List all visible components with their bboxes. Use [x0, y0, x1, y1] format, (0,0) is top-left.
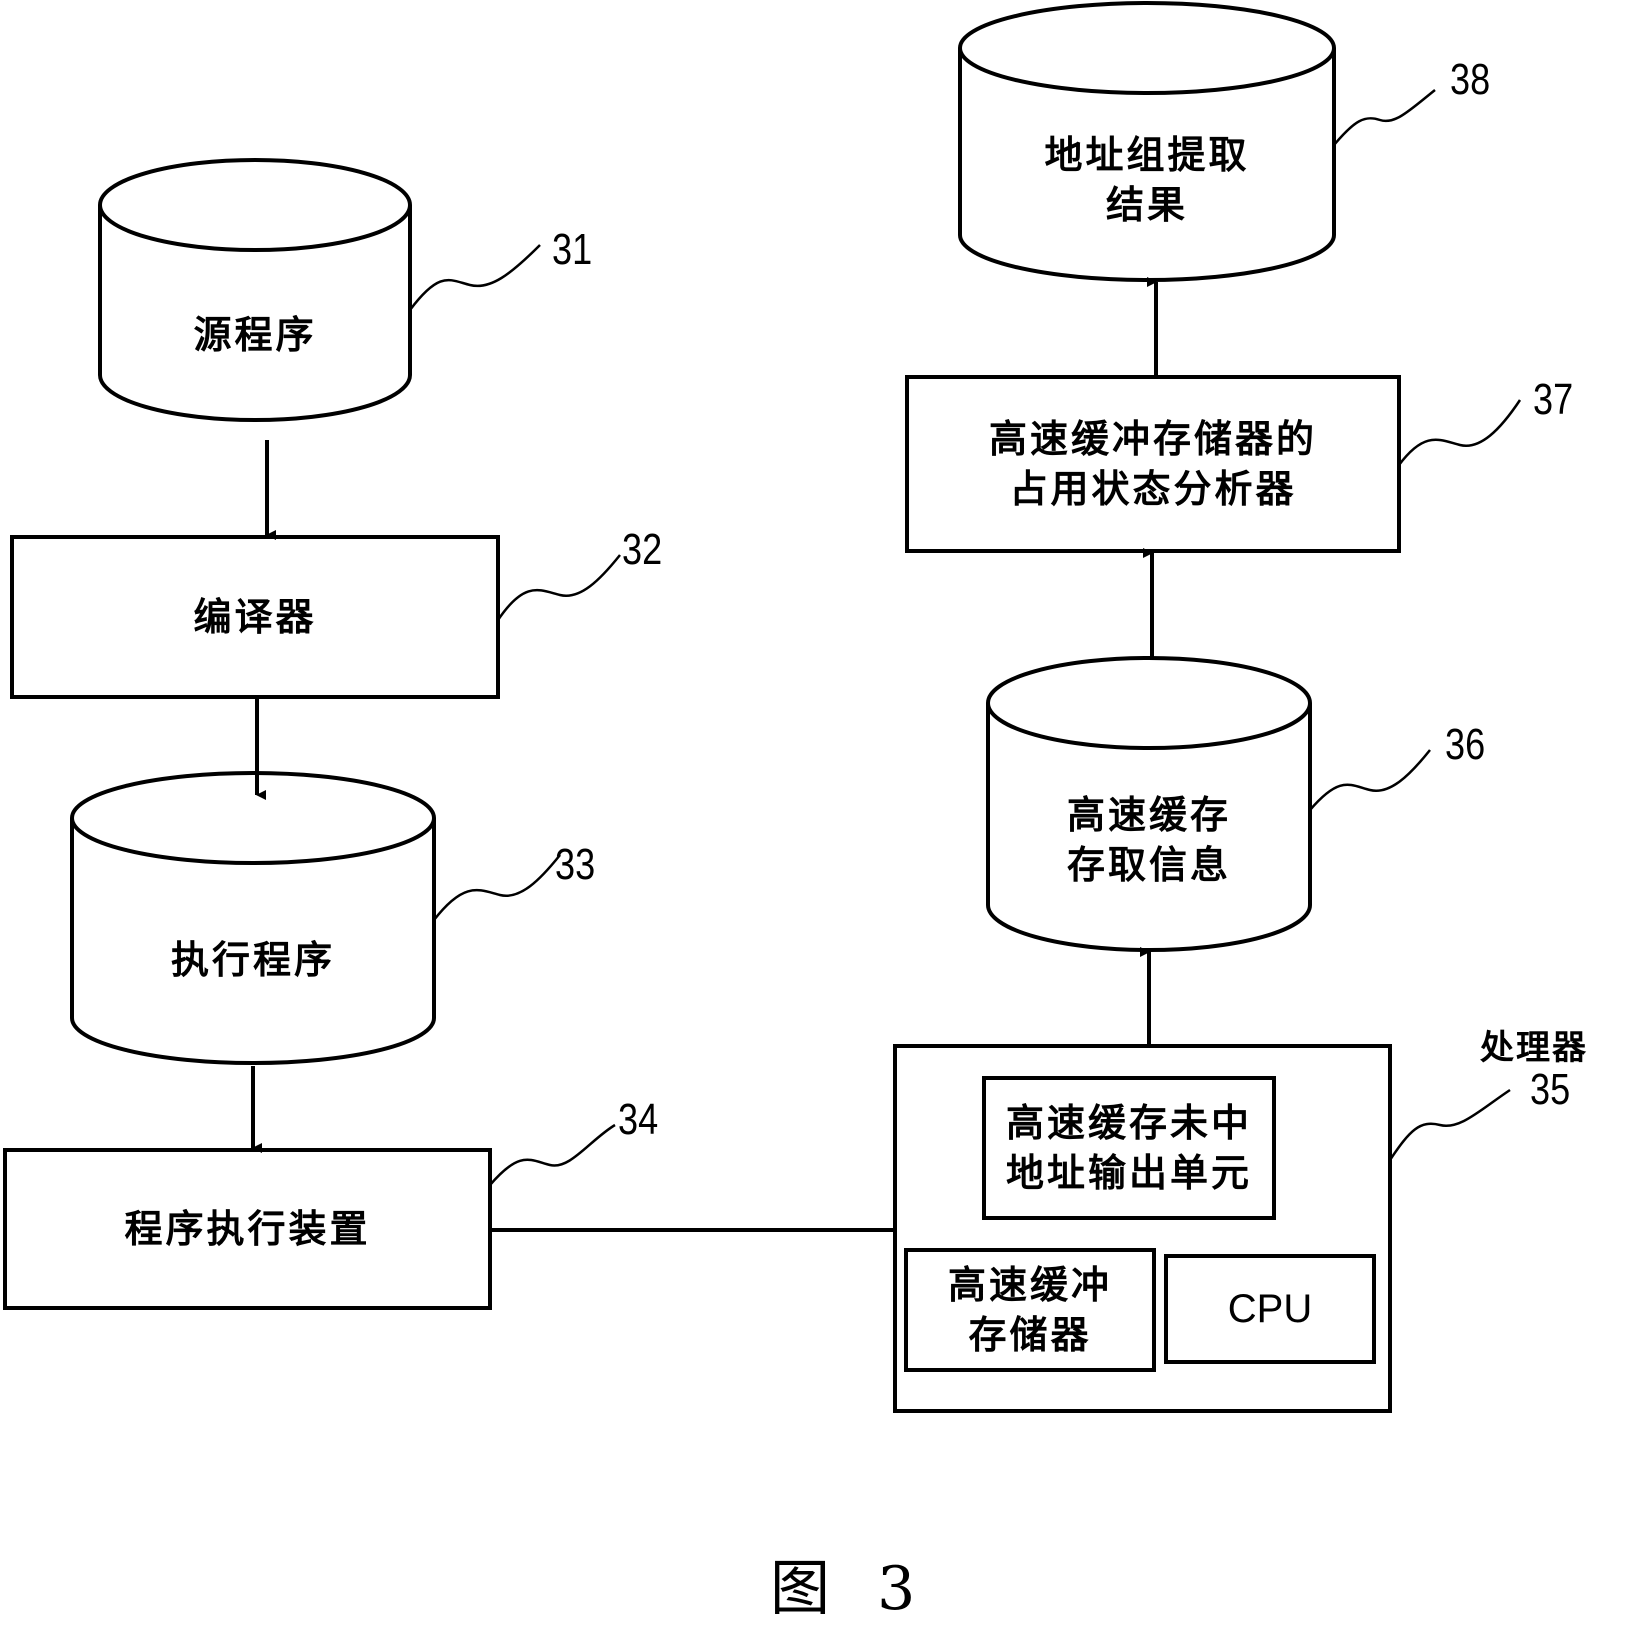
- ref-35: 35: [1530, 1065, 1571, 1114]
- ref-36: 36: [1445, 720, 1486, 769]
- label-31: 源程序: [193, 313, 317, 357]
- ref-38: 38: [1450, 55, 1491, 104]
- leader-37: [1397, 399, 1522, 466]
- label-cpu: CPU: [1227, 1287, 1313, 1331]
- label-38: 地址组提取 结果: [1044, 133, 1250, 227]
- leader-32: [496, 554, 621, 621]
- leader-38: [1333, 89, 1436, 146]
- leader-36: [1309, 749, 1431, 811]
- figure-caption: 图 3: [770, 1554, 930, 1624]
- diagram-canvas: [3, 1, 1522, 1413]
- label-33: 执行程序: [170, 938, 335, 982]
- leader-34: [489, 1123, 616, 1186]
- label-32: 编译器: [193, 595, 317, 639]
- label-cache: 高速缓冲 存储器: [947, 1263, 1112, 1357]
- ref-33: 33: [555, 840, 596, 889]
- processor-label: 处理器: [1480, 1028, 1588, 1068]
- ref-37: 37: [1533, 375, 1574, 424]
- leader-31: [409, 244, 541, 311]
- leader-33: [433, 854, 561, 921]
- label-37: 高速缓冲存储器的 占用状态分析器: [988, 417, 1317, 511]
- ref-34: 34: [618, 1095, 659, 1144]
- leader-35: [1388, 1088, 1511, 1161]
- ref-32: 32: [622, 525, 663, 574]
- label-36: 高速缓存 存取信息: [1066, 793, 1231, 887]
- ref-31: 31: [552, 225, 593, 274]
- label-miss-unit: 高速缓存未中 地址输出单元: [1005, 1101, 1252, 1195]
- label-34: 程序执行装置: [124, 1207, 371, 1251]
